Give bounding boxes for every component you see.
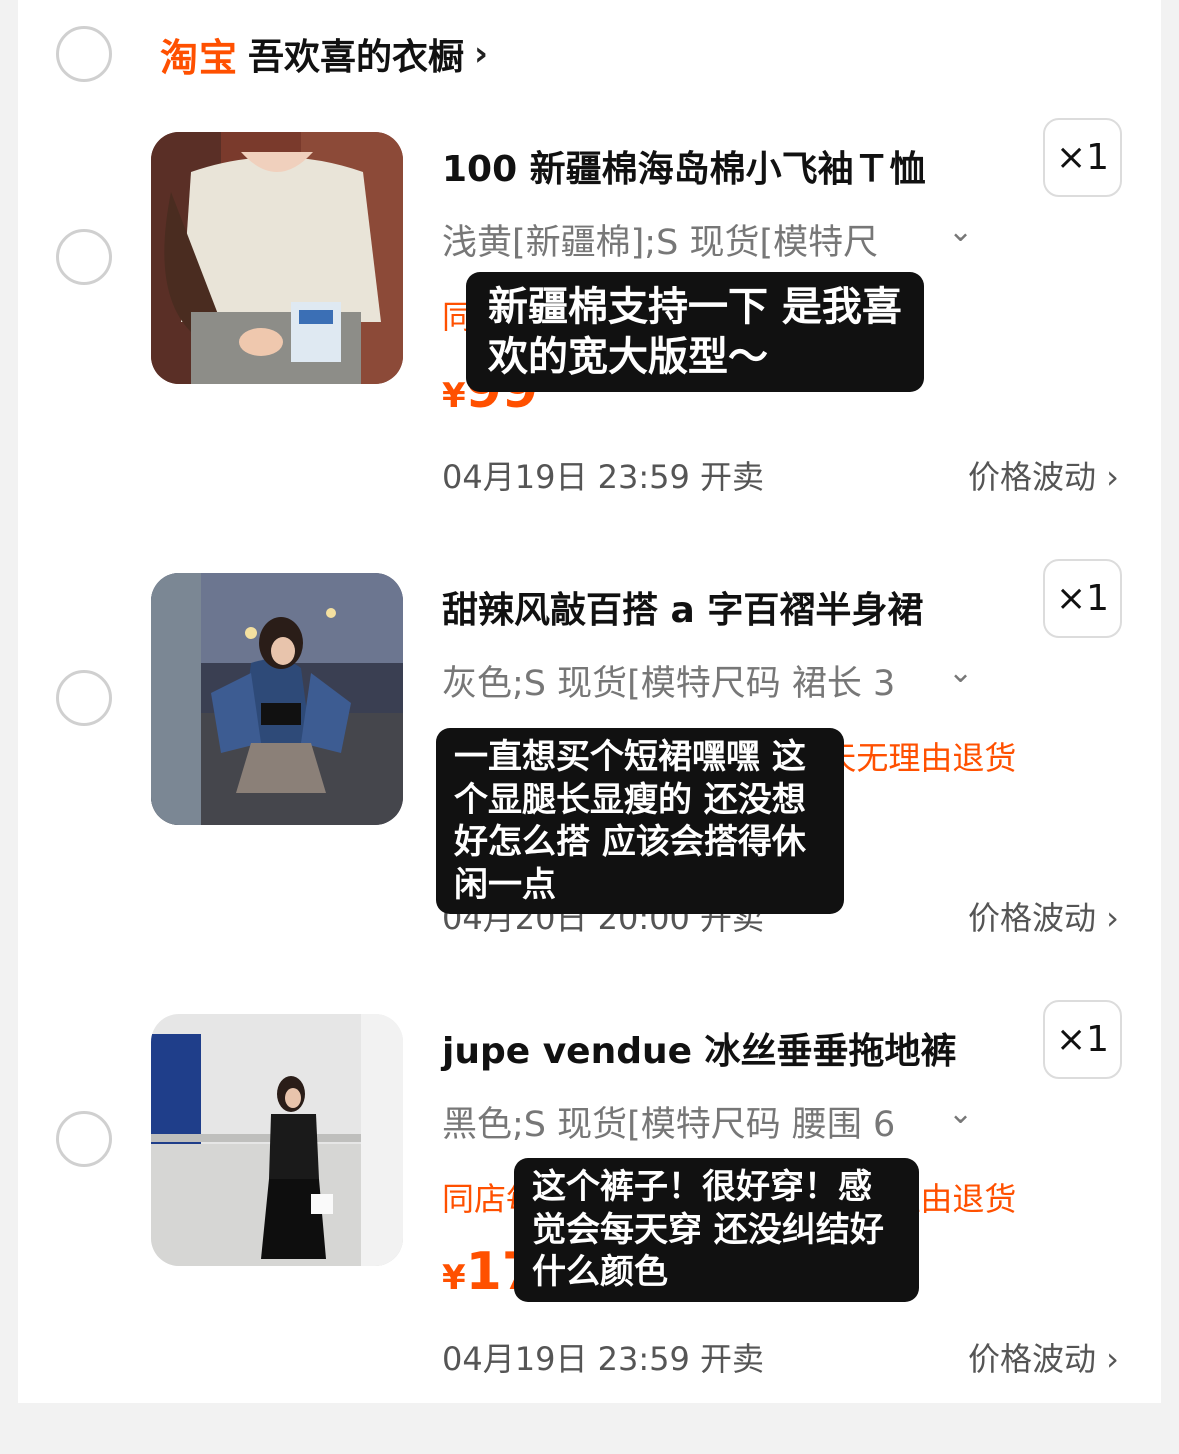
price-fluctuation-link[interactable]: 价格波动 › [968,1334,1119,1380]
comment-line: 觉会每天穿 还没纠结好 [532,1209,884,1250]
comment-line: 个显腿长显瘦的 还没想 [454,779,806,820]
comment-line: 一直想买个短裙嘿嘿 这 [454,737,806,777]
comment-bubble: 一直想买个短裙嘿嘿 这 个显腿长显瘦的 还没想 好怎么搭 应该会搭得休 闲一点 [436,728,844,914]
chevron-down-icon[interactable]: ⌄ [948,1096,973,1131]
comment-line: 好怎么搭 应该会搭得休 [454,822,806,862]
product-thumbnail[interactable] [151,132,403,384]
sale-time: 04月19日 23:59 开卖 [442,1340,765,1378]
comment-line: 新疆棉支持一下 是我喜 [488,284,902,330]
comment-bubble: 这个裤子！很好穿！感 觉会每天穿 还没纠结好 什么颜色 [514,1158,919,1302]
comment-bubble: 新疆棉支持一下 是我喜 欢的宽大版型～ [466,272,924,392]
chevron-down-icon[interactable]: ⌄ [948,214,973,249]
product-thumbnail[interactable] [151,1014,403,1266]
shop-name: 吾欢喜的衣橱 [248,37,465,78]
quantity-button[interactable]: ×1 [1043,559,1122,638]
shop-select-radio[interactable] [56,26,112,82]
price-fluctuation-link[interactable]: 价格波动 › [968,893,1119,939]
product-title[interactable]: jupe vendue 冰丝垂垂拖地裤 [442,1022,957,1074]
quantity-button[interactable]: ×1 [1043,118,1122,197]
comment-line: 欢的宽大版型～ [488,334,768,380]
sku-selector[interactable]: 黑色;S 现货[模特尺码 腰围 6 [442,1096,895,1147]
product-title[interactable]: 甜辣风敲百搭 a 字百褶半身裙 [442,581,923,633]
comment-line: 这个裤子！很好穿！感 [532,1167,872,1207]
sku-selector[interactable]: 浅黄[新疆棉];S 现货[模特尺 [442,214,878,265]
product-title[interactable]: 100 新疆棉海岛棉小飞袖Ｔ恤 [442,140,926,192]
shop-header[interactable]: 淘宝 吾欢喜的衣橱 › [160,28,488,80]
sale-time: 04月19日 23:59 开卖 [442,458,765,496]
currency-symbol: ¥ [442,376,466,416]
quantity-button[interactable]: ×1 [1043,1000,1122,1079]
currency-symbol: ¥ [442,1258,466,1298]
comment-line: 闲一点 [454,864,556,905]
price-fluctuation-link[interactable]: 价格波动 › [968,452,1119,498]
tshirt-photo-icon [151,132,403,384]
trousers-photo-icon [151,1014,403,1266]
chevron-down-icon[interactable]: ⌄ [948,655,973,690]
chevron-right-icon: › [474,34,489,74]
sku-selector[interactable]: 灰色;S 现货[模特尺码 裙长 3 [442,655,895,706]
taobao-brand-label: 淘宝 [160,35,239,80]
skirt-photo-icon [151,573,403,825]
comment-line: 什么颜色 [532,1252,668,1292]
product-thumbnail[interactable] [151,573,403,825]
